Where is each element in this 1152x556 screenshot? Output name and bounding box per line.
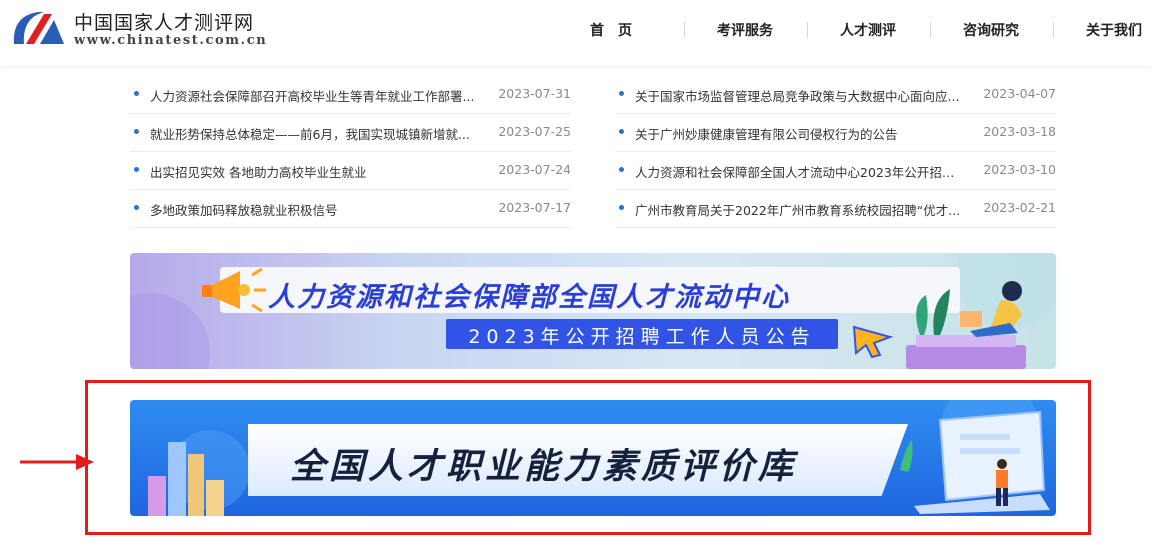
news-date: 2023-02-21	[983, 200, 1056, 215]
news-date: 2023-03-10	[983, 162, 1056, 177]
news-item[interactable]: 广州市教育局关于2022年广州市教育系统校园招聘“优才... 2023-02-2…	[615, 190, 1056, 228]
site-header: 中国国家人才测评网 www.chinatest.com.cn 首 页 考评服务 …	[0, 0, 1152, 66]
bullet-icon	[134, 167, 139, 172]
site-url: www.chinatest.com.cn	[74, 33, 268, 48]
news-title[interactable]: 多地政策加码释放稳就业积极信号	[150, 200, 480, 219]
news-item[interactable]: 出实招见实效 各地助力高校毕业生就业 2023-07-24	[130, 152, 571, 190]
bullet-icon	[134, 205, 139, 210]
cursor-icon	[852, 325, 894, 359]
news-list-left: 人力资源社会保障部召开高校毕业生等青年就业工作部署... 2023-07-31 …	[130, 76, 571, 228]
megaphone-icon	[202, 267, 266, 313]
arrow-right-icon	[20, 454, 94, 470]
news-date: 2023-04-07	[983, 86, 1056, 101]
reading-person-illustration	[906, 281, 1026, 369]
nav-divider	[684, 22, 685, 38]
recruitment-banner[interactable]: 人力资源和社会保障部全国人才流动中心 2023年公开招聘工作人员公告	[130, 253, 1056, 369]
banner-title: 人力资源和社会保障部全国人才流动中心	[268, 282, 790, 313]
news-title[interactable]: 关于广州妙康健康管理有限公司侵权行为的公告	[635, 124, 965, 143]
news-date: 2023-07-25	[498, 124, 571, 139]
bullet-icon	[619, 129, 624, 134]
bullet-icon	[134, 129, 139, 134]
news-date: 2023-07-17	[498, 200, 571, 215]
news-title[interactable]: 人力资源社会保障部召开高校毕业生等青年就业工作部署...	[150, 86, 480, 105]
nav-assessment-services[interactable]: 考评服务	[717, 20, 773, 40]
bullet-icon	[619, 167, 624, 172]
nav-divider	[1053, 22, 1054, 38]
nav-divider	[807, 22, 808, 38]
news-item[interactable]: 人力资源和社会保障部全国人才流动中心2023年公开招聘... 2023-03-1…	[615, 152, 1056, 190]
news-item[interactable]: 人力资源社会保障部召开高校毕业生等青年就业工作部署... 2023-07-31	[130, 76, 571, 114]
nav-consulting-research[interactable]: 咨询研究	[963, 20, 1019, 40]
news-item[interactable]: 关于广州妙康健康管理有限公司侵权行为的公告 2023-03-18	[615, 114, 1056, 152]
news-title[interactable]: 就业形势保持总体稳定——前6月，我国实现城镇新增就...	[150, 124, 480, 143]
news-item[interactable]: 关于国家市场监督管理总局竞争政策与大数据中心面向应... 2023-04-07	[615, 76, 1056, 114]
news-date: 2023-07-24	[498, 162, 571, 177]
bullet-icon	[134, 91, 139, 96]
nav-home[interactable]: 首 页	[590, 20, 632, 40]
news-title[interactable]: 关于国家市场监督管理总局竞争政策与大数据中心面向应...	[635, 86, 965, 105]
news-list-right: 关于国家市场监督管理总局竞争政策与大数据中心面向应... 2023-04-07 …	[615, 76, 1056, 228]
site-logo-icon[interactable]	[8, 8, 66, 48]
site-name[interactable]: 中国国家人才测评网	[74, 8, 254, 35]
news-title[interactable]: 广州市教育局关于2022年广州市教育系统校园招聘“优才...	[635, 200, 965, 219]
news-title[interactable]: 出实招见实效 各地助力高校毕业生就业	[150, 162, 480, 181]
nav-talent-evaluation[interactable]: 人才测评	[840, 20, 896, 40]
nav-about-us[interactable]: 关于我们	[1086, 20, 1142, 40]
banner-subtitle: 2023年公开招聘工作人员公告	[468, 326, 816, 348]
highlight-box	[85, 380, 1091, 535]
news-date: 2023-03-18	[983, 124, 1056, 139]
news-item[interactable]: 就业形势保持总体稳定——前6月，我国实现城镇新增就... 2023-07-25	[130, 114, 571, 152]
news-item[interactable]: 多地政策加码释放稳就业积极信号 2023-07-17	[130, 190, 571, 228]
bullet-icon	[619, 91, 624, 96]
bullet-icon	[619, 205, 624, 210]
news-date: 2023-07-31	[498, 86, 571, 101]
news-title[interactable]: 人力资源和社会保障部全国人才流动中心2023年公开招聘...	[635, 162, 965, 181]
nav-divider	[930, 22, 931, 38]
